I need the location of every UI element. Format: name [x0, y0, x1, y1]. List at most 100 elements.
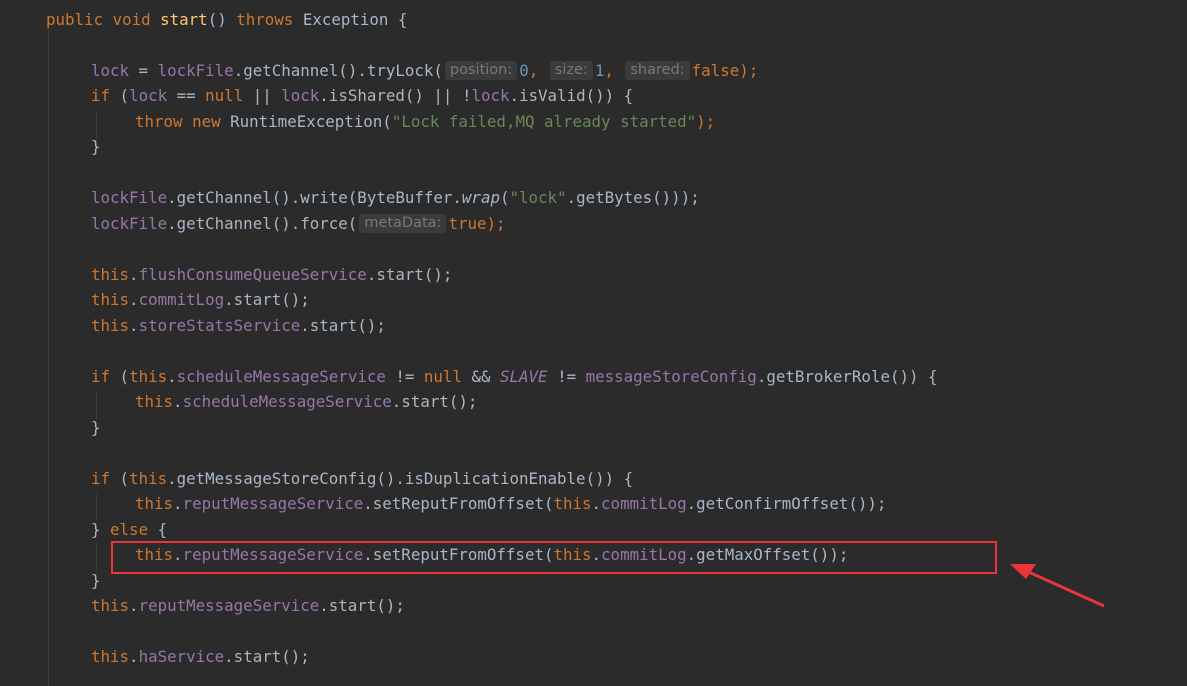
field-ref: lock	[91, 61, 130, 80]
code-text: );	[486, 214, 506, 233]
code-text: }	[91, 137, 101, 156]
indent-guide	[48, 30, 49, 686]
code-line-else[interactable]: } else {	[91, 517, 167, 543]
field-ref: flushConsumeQueueService	[138, 265, 367, 284]
field-ref: reputMessageService	[138, 596, 320, 615]
code-text: !=	[547, 367, 586, 386]
code-line-throw[interactable]: throw new RuntimeException("Lock failed,…	[135, 109, 715, 135]
code-line-schedule-start[interactable]: this.scheduleMessageService.start();	[135, 389, 477, 415]
code-text: .	[591, 494, 602, 513]
code-text: .start();	[224, 290, 310, 309]
code-text: .start();	[391, 392, 478, 411]
keyword: this	[91, 265, 130, 284]
code-line-close-brace[interactable]: }	[91, 415, 101, 441]
keyword: throws	[236, 10, 303, 29]
code-editor[interactable]: public void start() throws Exception { l…	[0, 0, 1187, 686]
code-line-trylock[interactable]: lock = lockFile.getChannel().tryLock(pos…	[91, 58, 758, 84]
code-text: .getConfirmOffset());	[686, 494, 887, 513]
param-hint-metadata: metaData:	[359, 214, 447, 233]
code-text: .start();	[366, 265, 453, 284]
code-text: .isShared() || !	[319, 86, 472, 105]
code-line-close-brace[interactable]: }	[91, 568, 101, 594]
code-line-if-duplication[interactable]: if (this.getMessageStoreConfig().isDupli…	[91, 466, 633, 492]
keyword: if	[91, 86, 120, 105]
field-ref: commitLog	[601, 494, 687, 513]
code-text: {	[148, 520, 168, 539]
code-line-stats-start[interactable]: this.storeStatsService.start();	[91, 313, 386, 339]
code-text: }	[91, 418, 101, 437]
number-literal: 1	[594, 61, 605, 80]
keyword: this	[553, 494, 592, 513]
code-text: .start();	[319, 596, 405, 615]
code-text: .	[173, 392, 183, 411]
field-ref: lock	[129, 86, 168, 105]
code-line-flush-start[interactable]: this.flushConsumeQueueService.start();	[91, 262, 452, 288]
comma: ,	[528, 61, 548, 80]
code-line-ha-start[interactable]: this.haService.start();	[91, 644, 310, 670]
keyword: if	[91, 469, 120, 488]
keyword: this	[129, 469, 168, 488]
code-line-reput-start[interactable]: this.reputMessageService.start();	[91, 593, 405, 619]
code-text: ==	[167, 86, 206, 105]
code-text: }	[91, 571, 101, 590]
code-text: RuntimeException(	[230, 112, 392, 131]
keyword: if	[91, 367, 120, 386]
code-line-force[interactable]: lockFile.getChannel().force(metaData: tru…	[91, 211, 506, 237]
field-ref: scheduleMessageService	[182, 392, 392, 411]
number-literal: 0	[519, 61, 529, 80]
code-text: .	[173, 494, 183, 513]
keyword: public	[46, 10, 113, 29]
code-text: );	[739, 61, 759, 80]
field-ref: commitLog	[138, 290, 225, 309]
code-text: Exception {	[302, 10, 408, 29]
field-ref: lockFile	[157, 61, 234, 80]
string-literal: "lock"	[509, 188, 567, 207]
code-text: .	[129, 265, 139, 284]
keyword: else	[110, 520, 149, 539]
static-method: wrap	[461, 188, 500, 207]
code-text: .start();	[300, 316, 386, 335]
code-text: .getBrokerRole()) {	[756, 367, 938, 386]
code-text: .getChannel().tryLock(	[233, 61, 443, 80]
static-constant: SLAVE	[500, 367, 548, 386]
field-ref: lock	[471, 86, 510, 105]
code-text: (	[119, 86, 130, 105]
code-text: );	[696, 112, 716, 131]
keyword: null	[205, 86, 244, 105]
code-text: .	[129, 596, 139, 615]
keyword: this	[129, 367, 168, 386]
keyword: true	[448, 214, 487, 233]
code-text: !=	[385, 367, 424, 386]
code-text: (	[119, 469, 130, 488]
code-text: .setReputFromOffset(	[363, 494, 554, 513]
keyword: this	[91, 316, 130, 335]
keyword: null	[423, 367, 462, 386]
code-text: .getChannel().write(ByteBuffer.	[167, 188, 462, 207]
code-text: .	[129, 316, 139, 335]
code-text: =	[129, 61, 158, 80]
keyword: new	[192, 112, 231, 131]
code-text: ()	[207, 10, 237, 29]
field-ref: scheduleMessageService	[176, 367, 386, 386]
code-text: .	[129, 647, 139, 666]
code-line-method-signature[interactable]: public void start() throws Exception {	[46, 7, 407, 33]
code-line-if-schedule[interactable]: if (this.scheduleMessageService != null …	[91, 364, 938, 390]
field-ref: lockFile	[91, 214, 168, 233]
annotation-arrow-icon	[1010, 564, 1105, 608]
code-line-commitlog-start[interactable]: this.commitLog.start();	[91, 287, 310, 313]
code-line-write[interactable]: lockFile.getChannel().write(ByteBuffer.w…	[91, 185, 700, 211]
code-text: .getMessageStoreConfig().isDuplicationEn…	[167, 469, 634, 488]
code-text: .	[167, 367, 177, 386]
code-line-close-brace[interactable]: }	[91, 134, 101, 160]
field-ref: storeStatsService	[138, 316, 301, 335]
param-hint-position: position:	[444, 61, 518, 80]
code-line-if-lock[interactable]: if (lock == null || lock.isShared() || !…	[91, 83, 633, 109]
annotation-highlight-box	[111, 541, 997, 574]
keyword: this	[135, 392, 174, 411]
keyword: false	[691, 61, 740, 80]
param-hint-size: size:	[549, 61, 593, 80]
code-text: ||	[243, 86, 282, 105]
code-text: (	[119, 367, 130, 386]
code-text: .start();	[224, 647, 310, 666]
code-line-confirm-offset[interactable]: this.reputMessageService.setReputFromOff…	[135, 491, 886, 517]
